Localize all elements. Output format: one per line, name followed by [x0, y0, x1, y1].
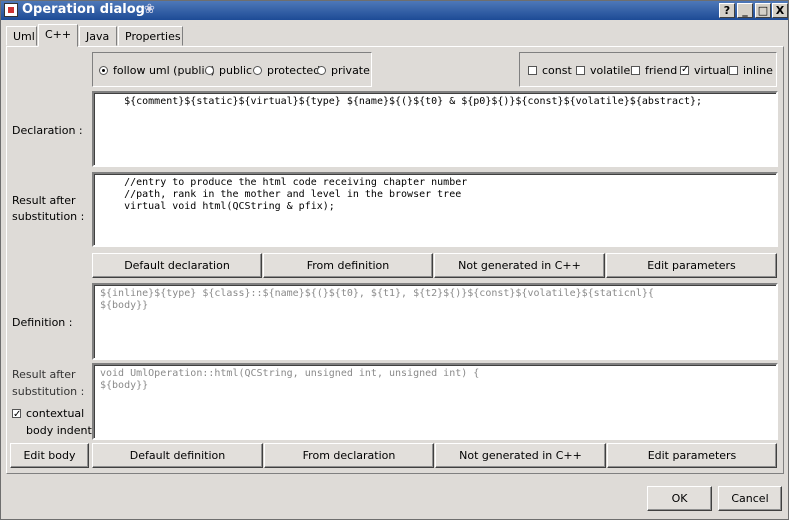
radio-follow-uml[interactable]: follow uml (public) — [99, 64, 215, 77]
radio-public[interactable]: public — [205, 64, 252, 77]
definition-label: Definition : — [12, 316, 73, 329]
edit-body-button[interactable]: Edit body — [10, 443, 89, 468]
radio-indicator — [253, 66, 262, 75]
modifiers-group: const volatile friend virtual inline — [519, 52, 777, 87]
checkbox-indicator — [631, 66, 640, 75]
radio-indicator — [317, 66, 326, 75]
radio-indicator — [99, 66, 108, 75]
operation-dialog-window: Operation dialog ❀ ? _ □ X Uml C++ Java … — [0, 0, 789, 520]
decl-result-label-line1: Result after — [12, 194, 76, 207]
checkbox-indicator — [680, 64, 689, 75]
declaration-editor[interactable]: ${comment}${static}${virtual}${type} ${n… — [92, 91, 778, 167]
def-result-label-line2: substitution : — [12, 385, 85, 398]
maximize-button[interactable]: □ — [755, 3, 771, 18]
tab-cpp[interactable]: C++ — [38, 24, 78, 47]
radio-private[interactable]: private — [317, 64, 370, 77]
tab-properties[interactable]: Properties — [118, 26, 183, 46]
contextual-body-indent-label: body indent — [26, 424, 92, 437]
definition-editor[interactable]: ${inline}${type} ${class}::${name}${(}${… — [92, 283, 778, 360]
from-declaration-button[interactable]: From declaration — [264, 443, 434, 468]
default-declaration-button[interactable]: Default declaration — [92, 253, 262, 278]
declaration-result: //entry to produce the html code receivi… — [92, 172, 778, 247]
def-result-label-line1: Result after — [12, 368, 76, 381]
def-edit-parameters-button[interactable]: Edit parameters — [607, 443, 777, 468]
definition-result: void UmlOperation::html(QCString, unsign… — [92, 363, 778, 440]
ok-button[interactable]: OK — [647, 486, 712, 511]
swirl-icon: ❀ — [144, 2, 155, 17]
decl-edit-parameters-button[interactable]: Edit parameters — [606, 253, 777, 278]
checkbox-inline[interactable]: inline — [729, 64, 773, 77]
cpp-panel: follow uml (public) public protected pri… — [6, 46, 784, 474]
tab-uml[interactable]: Uml — [6, 26, 37, 46]
tab-java[interactable]: Java — [79, 26, 117, 46]
app-icon — [4, 3, 18, 17]
title-bar[interactable]: Operation dialog ❀ ? _ □ X — [1, 1, 788, 20]
default-definition-button[interactable]: Default definition — [92, 443, 263, 468]
checkbox-indicator — [528, 66, 537, 75]
checkbox-indicator — [576, 66, 585, 75]
decl-result-label-line2: substitution : — [12, 210, 85, 223]
checkbox-indicator — [729, 66, 738, 75]
minimize-button[interactable]: _ — [737, 3, 753, 18]
checkbox-virtual[interactable]: virtual — [680, 64, 729, 77]
checkbox-volatile[interactable]: volatile — [576, 64, 630, 77]
window-title: Operation dialog — [22, 2, 145, 17]
close-button[interactable]: X — [772, 3, 788, 18]
declaration-label: Declaration : — [12, 124, 83, 137]
checkbox-friend[interactable]: friend — [631, 64, 677, 77]
visibility-group: follow uml (public) public protected pri… — [92, 52, 372, 87]
radio-protected[interactable]: protected — [253, 64, 320, 77]
help-button[interactable]: ? — [719, 3, 735, 18]
contextual-body-indent-checkbox[interactable]: contextual — [12, 406, 84, 422]
from-definition-button[interactable]: From definition — [263, 253, 433, 278]
checkbox-indicator — [12, 407, 21, 422]
def-not-generated-button[interactable]: Not generated in C++ — [435, 443, 606, 468]
radio-indicator — [205, 66, 214, 75]
checkbox-const[interactable]: const — [528, 64, 572, 77]
cancel-button[interactable]: Cancel — [718, 486, 782, 511]
decl-not-generated-button[interactable]: Not generated in C++ — [434, 253, 605, 278]
